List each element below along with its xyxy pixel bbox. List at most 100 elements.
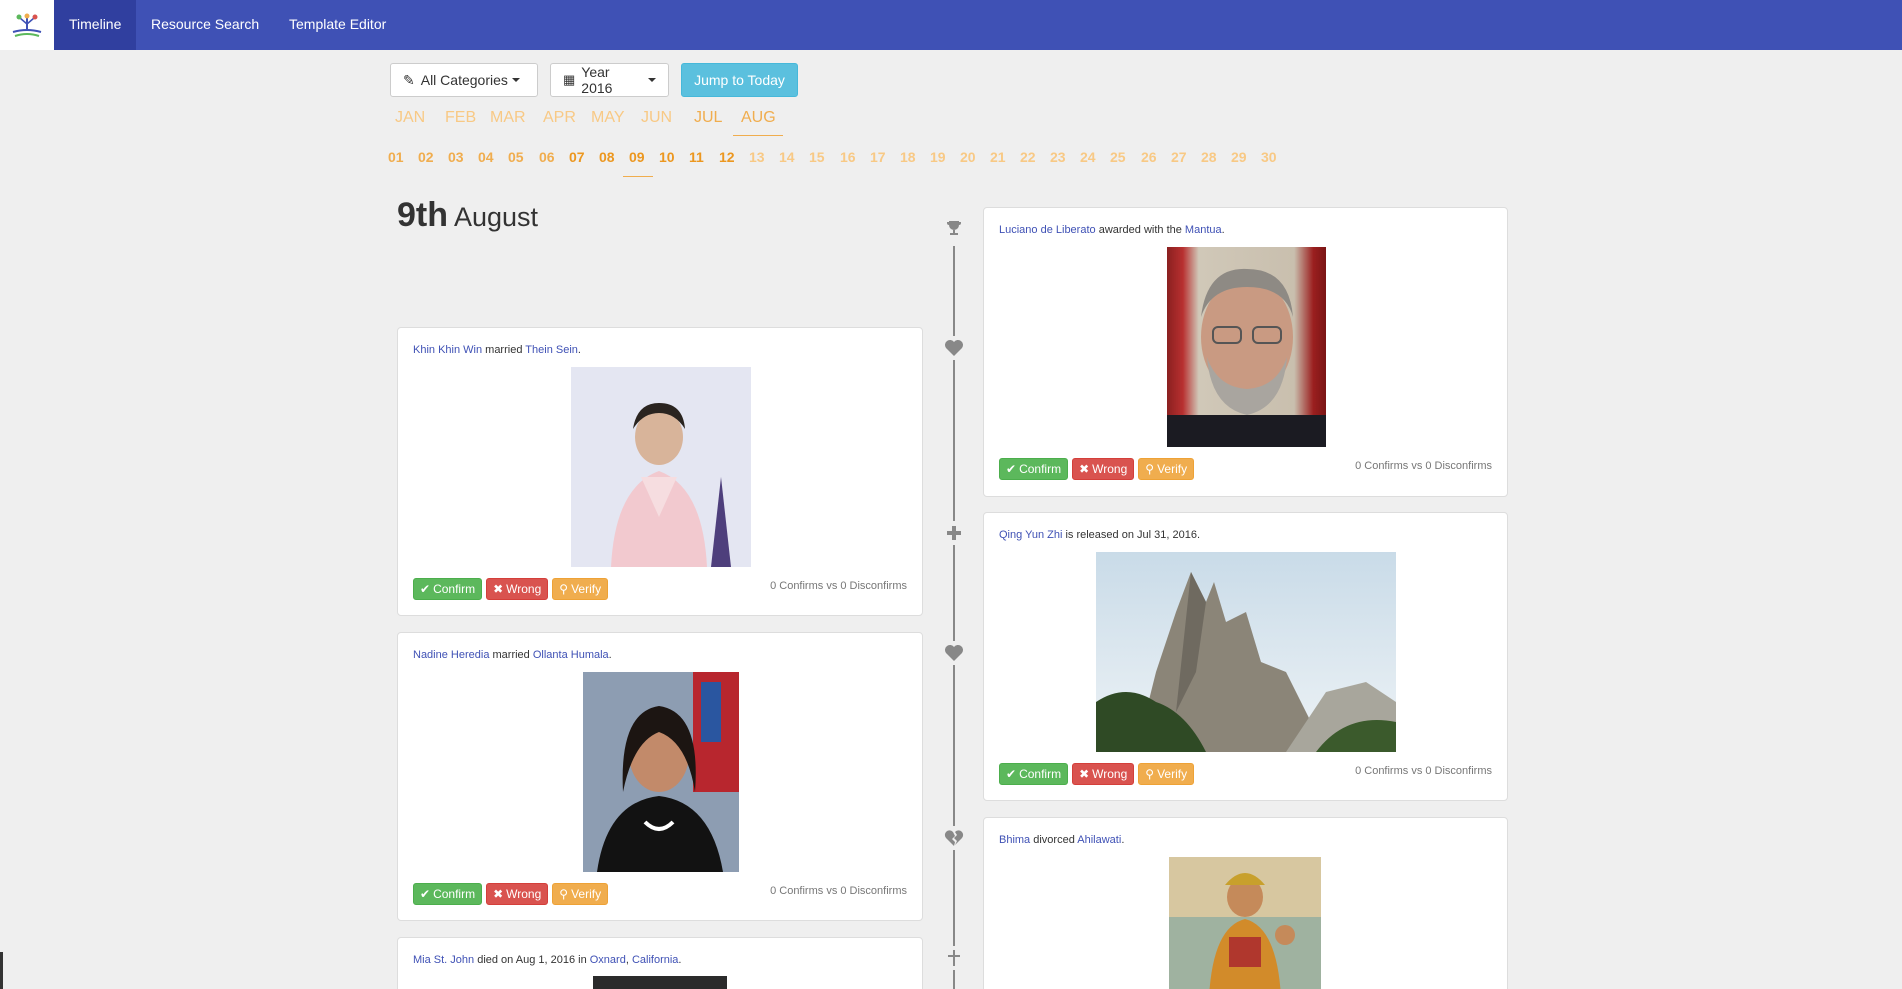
award-link[interactable]: Mantua bbox=[1185, 224, 1222, 236]
wrong-button[interactable]: ✖ Wrong bbox=[1072, 763, 1135, 785]
subject-link[interactable]: Qing Yun Zhi bbox=[999, 529, 1062, 541]
verify-button[interactable]: ⚲ Verify bbox=[552, 883, 609, 905]
day-30[interactable]: 30 bbox=[1261, 149, 1277, 165]
event-verb: awarded with the bbox=[1095, 224, 1185, 236]
event-card: Khin Khin Win married Thein Sein. ✔ Confi… bbox=[397, 327, 923, 616]
day-18[interactable]: 18 bbox=[900, 149, 916, 165]
day-04[interactable]: 04 bbox=[478, 149, 494, 165]
verify-button[interactable]: ⚲ Verify bbox=[552, 578, 609, 600]
nav-resource-search[interactable]: Resource Search bbox=[136, 0, 274, 50]
confirm-button[interactable]: ✔ Confirm bbox=[999, 763, 1069, 785]
event-end: . bbox=[678, 954, 682, 966]
month-feb[interactable]: FEB bbox=[445, 109, 476, 127]
year-label: Year 2016 bbox=[581, 64, 613, 96]
day-16[interactable]: 16 bbox=[840, 149, 856, 165]
check-icon: ✔ bbox=[420, 887, 431, 901]
day-10[interactable]: 10 bbox=[659, 149, 675, 165]
nav-timeline[interactable]: Timeline bbox=[54, 0, 137, 50]
day-24[interactable]: 24 bbox=[1080, 149, 1096, 165]
verify-button[interactable]: ⚲ Verify bbox=[1138, 458, 1195, 480]
day-07[interactable]: 07 bbox=[569, 149, 585, 165]
wrong-label: Wrong bbox=[1092, 462, 1128, 476]
verify-label: Verify bbox=[571, 887, 602, 901]
day-23[interactable]: 23 bbox=[1050, 149, 1066, 165]
region-link[interactable]: California bbox=[632, 954, 678, 966]
event-text: Qing Yun Zhi is released on Jul 31, 2016… bbox=[999, 528, 1492, 542]
confirm-button[interactable]: ✔ Confirm bbox=[413, 578, 483, 600]
place-link[interactable]: Oxnard bbox=[590, 954, 626, 966]
app-logo[interactable] bbox=[0, 0, 54, 50]
person-link[interactable]: Luciano de Liberato bbox=[999, 224, 1096, 236]
day-22[interactable]: 22 bbox=[1020, 149, 1036, 165]
month-may[interactable]: MAY bbox=[591, 109, 624, 127]
jump-to-today-button[interactable]: Jump to Today bbox=[681, 63, 798, 97]
day-08[interactable]: 08 bbox=[599, 149, 615, 165]
day-25[interactable]: 25 bbox=[1110, 149, 1126, 165]
categories-dropdown[interactable]: ✎ All Categories bbox=[390, 63, 538, 97]
event-text: Bhima divorced Ahilawati. bbox=[999, 833, 1492, 847]
day-05[interactable]: 05 bbox=[508, 149, 524, 165]
event-photo bbox=[583, 672, 739, 872]
day-12[interactable]: 12 bbox=[719, 149, 735, 165]
x-icon: ✖ bbox=[493, 887, 504, 901]
day-21[interactable]: 21 bbox=[990, 149, 1006, 165]
confirm-score: 0 Confirms vs 0 Disconfirms bbox=[1355, 460, 1492, 472]
month-jul[interactable]: JUL bbox=[694, 109, 722, 127]
year-dropdown[interactable]: ▦ Year 2016 bbox=[550, 63, 669, 97]
day-03[interactable]: 03 bbox=[448, 149, 464, 165]
event-verb: is released on Jul 31, 2016. bbox=[1062, 529, 1200, 541]
verification-actions: ✔ Confirm ✖ Wrong ⚲ Verify bbox=[999, 458, 1195, 480]
spouse-link[interactable]: Thein Sein bbox=[525, 344, 578, 356]
day-02[interactable]: 02 bbox=[418, 149, 434, 165]
month-aug[interactable]: AUG bbox=[741, 109, 776, 127]
confirm-button[interactable]: ✔ Confirm bbox=[413, 883, 483, 905]
tree-logo-icon bbox=[12, 13, 42, 37]
verify-button[interactable]: ⚲ Verify bbox=[1138, 763, 1195, 785]
month-apr[interactable]: APR bbox=[543, 109, 576, 127]
verification-actions: ✔ Confirm ✖ Wrong ⚲ Verify bbox=[413, 883, 609, 905]
scroll-handle[interactable] bbox=[0, 952, 3, 989]
x-icon: ✖ bbox=[1079, 462, 1090, 476]
day-14[interactable]: 14 bbox=[779, 149, 795, 165]
wrong-button[interactable]: ✖ Wrong bbox=[486, 578, 549, 600]
spouse-link[interactable]: Ollanta Humala bbox=[533, 649, 609, 661]
day-28[interactable]: 28 bbox=[1201, 149, 1217, 165]
caret-down-icon bbox=[648, 78, 656, 82]
wrong-label: Wrong bbox=[506, 582, 542, 596]
day-19[interactable]: 19 bbox=[930, 149, 946, 165]
person-link[interactable]: Khin Khin Win bbox=[413, 344, 482, 356]
month-jan[interactable]: JAN bbox=[395, 109, 425, 127]
confirm-button[interactable]: ✔ Confirm bbox=[999, 458, 1069, 480]
wrong-button[interactable]: ✖ Wrong bbox=[486, 883, 549, 905]
person-link[interactable]: Mia St. John bbox=[413, 954, 474, 966]
event-verb: married bbox=[482, 344, 526, 356]
day-11[interactable]: 11 bbox=[689, 149, 704, 165]
day-17[interactable]: 17 bbox=[870, 149, 886, 165]
day-15[interactable]: 15 bbox=[809, 149, 825, 165]
day-29[interactable]: 29 bbox=[1231, 149, 1247, 165]
day-20[interactable]: 20 bbox=[960, 149, 976, 165]
nav-template-editor[interactable]: Template Editor bbox=[274, 0, 401, 50]
person-link[interactable]: Bhima bbox=[999, 834, 1030, 846]
month-mar[interactable]: MAR bbox=[490, 109, 526, 127]
day-09[interactable]: 09 bbox=[629, 149, 645, 165]
search-icon: ⚲ bbox=[559, 582, 569, 596]
plus-icon bbox=[942, 521, 966, 545]
event-end: . bbox=[577, 344, 581, 356]
day-26[interactable]: 26 bbox=[1141, 149, 1157, 165]
verify-label: Verify bbox=[1157, 462, 1188, 476]
wrong-button[interactable]: ✖ Wrong bbox=[1072, 458, 1135, 480]
check-icon: ✔ bbox=[1006, 767, 1017, 781]
spouse-link[interactable]: Ahilawati bbox=[1077, 834, 1121, 846]
date-heading-month: August bbox=[454, 202, 539, 232]
event-end: . bbox=[608, 649, 612, 661]
person-link[interactable]: Nadine Heredia bbox=[413, 649, 489, 661]
day-13[interactable]: 13 bbox=[749, 149, 765, 165]
month-jun[interactable]: JUN bbox=[641, 109, 672, 127]
verify-label: Verify bbox=[571, 582, 602, 596]
day-01[interactable]: 01 bbox=[388, 149, 404, 165]
event-verb: married bbox=[489, 649, 533, 661]
day-06[interactable]: 06 bbox=[539, 149, 555, 165]
search-icon: ⚲ bbox=[559, 887, 569, 901]
day-27[interactable]: 27 bbox=[1171, 149, 1187, 165]
